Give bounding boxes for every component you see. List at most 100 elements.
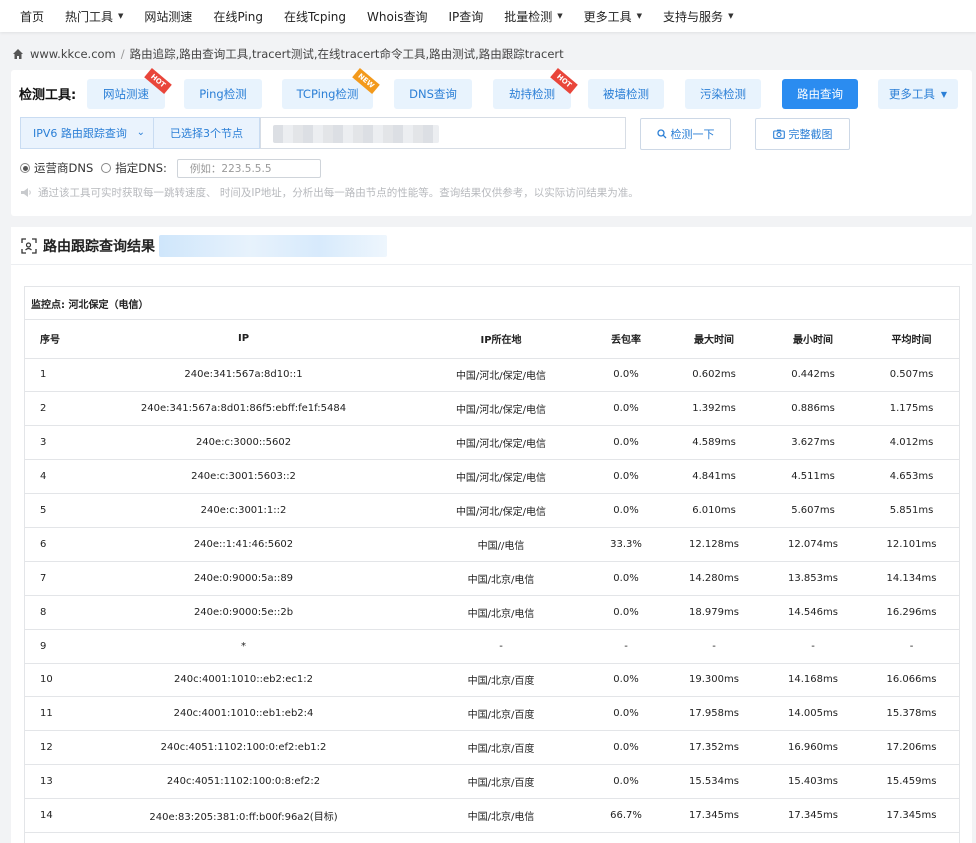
hop-min-time: 15.403ms — [762, 764, 864, 800]
nav-online-ping[interactable]: 在线Ping — [213, 8, 263, 25]
nav-batch-check[interactable]: 批量检测 ▼ — [504, 8, 562, 25]
nav-online-tcping[interactable]: 在线Tcping — [284, 8, 346, 25]
hop-max-time: 18.979ms — [666, 595, 762, 630]
check-button[interactable]: 检测一下 — [640, 118, 731, 150]
hop-loss: 0.0% — [586, 696, 666, 732]
table-row: 4 240e:c:3001:5603::2 中国/河北/保定/电信 0.0% 4.841… — [25, 459, 959, 495]
tool-hijack-button[interactable]: 劫持检测 HOT — [493, 68, 578, 109]
hop-ip: 240c:4001:1010::eb1:eb2:4 — [71, 696, 416, 732]
hop-avg-time: 17.345ms — [864, 798, 959, 833]
hop-avg-time: 1.175ms — [864, 391, 959, 427]
dns-input[interactable]: 例如：223.5.5.5 — [176, 158, 321, 178]
node-select-button[interactable]: 已选择3个节点 — [154, 117, 260, 149]
caret-down-icon: ▼ — [118, 12, 124, 20]
hop-loss: - — [586, 629, 666, 664]
host-input[interactable] — [260, 117, 626, 149]
screenshot-button[interactable]: 完整截图 — [755, 118, 850, 150]
nav-site-speed[interactable]: 网站测速 — [144, 8, 192, 25]
nav-more-tools[interactable]: 更多工具 ▼ — [584, 8, 642, 25]
tool-dns-button[interactable]: DNS查询 — [394, 79, 472, 109]
hop-ip: 240e:c:3001:5603::2 — [71, 459, 416, 495]
hop-avg-time: 15.459ms — [864, 764, 959, 800]
hop-location: 中国/河北/保定/电信 — [416, 493, 586, 528]
hop-ip: 240e:341:567a:8d01:86f5:ebff:fe1f:5484 — [71, 391, 416, 427]
tool-site-speed-button[interactable]: 网站测速 HOT — [87, 68, 172, 109]
col-index: 序号 — [25, 320, 71, 359]
caret-down-icon: ▼ — [557, 12, 563, 20]
hop-loss: 0.0% — [586, 595, 666, 630]
col-location: IP所在地 — [416, 320, 586, 359]
hop-min-time: 12.074ms — [762, 527, 864, 562]
hop-loss: 0.0% — [586, 358, 666, 393]
hop-min-time: 16.960ms — [762, 730, 864, 766]
trace-table: 序号 IP IP所在地 丢包率 最大时间 最小时间 平均时间 1 240e:341… — [25, 320, 959, 833]
table-row: 5 240e:c:3001:1::2 中国/河北/保定/电信 0.0% 6.010ms 5… — [25, 493, 959, 528]
tool-route-button[interactable]: 路由查询 — [782, 79, 858, 109]
breadcrumb-separator: / — [120, 47, 125, 61]
hop-index: 4 — [25, 459, 71, 495]
tool-more-button[interactable]: 更多工具 ▼ — [878, 79, 958, 109]
nav-whois[interactable]: Whois查询 — [367, 8, 427, 25]
dns-isp-label: 运营商DNS — [34, 161, 94, 175]
table-row: 6 240e::1:41:46:5602 中国//电信 33.3% 12.128ms 12… — [25, 527, 959, 562]
hop-loss: 66.7% — [586, 798, 666, 833]
tool-blocked-button[interactable]: 被墙检测 — [588, 79, 664, 109]
hop-ip: 240e:83:205:381:0:ff:b00f:96a2(目标) — [71, 798, 416, 833]
query-type-select[interactable]: IPV6 路由跟踪查询 ⌄ — [20, 117, 154, 149]
hop-location: 中国//电信 — [416, 527, 586, 562]
query-row: IPV6 路由跟踪查询 ⌄ 已选择3个节点 — [20, 117, 626, 149]
hop-location: 中国/河北/保定/电信 — [416, 425, 586, 461]
hop-index: 12 — [25, 730, 71, 766]
caret-down-icon: ▼ — [728, 12, 734, 20]
hop-index: 8 — [25, 595, 71, 630]
result-card: 监控点: 河北保定（电信） 序号 IP IP所在地 丢包率 最大时间 最小时间 … — [24, 286, 960, 843]
dns-isp-radio[interactable] — [20, 163, 30, 173]
search-icon — [656, 129, 666, 139]
hop-min-time: 14.546ms — [762, 595, 864, 630]
hop-max-time: 15.534ms — [666, 764, 762, 800]
hop-location: 中国/北京/百度 — [416, 663, 586, 698]
dns-custom-radio[interactable] — [101, 163, 112, 173]
table-header-row: 序号 IP IP所在地 丢包率 最大时间 最小时间 平均时间 — [25, 320, 959, 359]
breadcrumb-current-page: 路由追踪,路由查询工具,tracert测试,在线tracert命令工具,路由测试… — [129, 47, 564, 61]
hop-loss: 0.0% — [586, 663, 666, 698]
hop-avg-time: 4.653ms — [864, 459, 959, 495]
scan-icon — [21, 237, 37, 254]
hop-avg-time: 14.134ms — [864, 561, 959, 596]
monitor-point: 监控点: 河北保定（电信） — [25, 287, 959, 320]
hop-ip: * — [71, 629, 416, 664]
table-row: 10 240c:4001:1010::eb2:ec1:2 中国/北京/百度 0.0% 1… — [25, 663, 959, 698]
table-row: 1 240e:341:567a:8d10::1 中国/河北/保定/电信 0.0% 0.6… — [25, 358, 959, 393]
camera-icon — [772, 129, 785, 139]
hop-index: 3 — [25, 425, 71, 461]
tool-pollution-button[interactable]: 污染检测 — [685, 79, 761, 109]
tool-tcping-button[interactable]: TCPing检测 NEW — [282, 68, 380, 109]
nav-ip-query[interactable]: IP查询 — [448, 8, 483, 25]
redacted-target — [159, 234, 387, 257]
hop-index: 1 — [25, 358, 71, 393]
tool-ping-button[interactable]: Ping检测 — [184, 79, 262, 109]
hop-index: 7 — [25, 561, 71, 596]
table-row: 3 240e:c:3000::5602 中国/河北/保定/电信 0.0% 4.589ms… — [25, 425, 959, 461]
hop-max-time: 1.392ms — [666, 391, 762, 427]
hop-avg-time: 5.851ms — [864, 493, 959, 528]
nav-home[interactable]: 首页 — [20, 8, 44, 25]
col-loss: 丢包率 — [586, 320, 666, 359]
tools-panel: 检测工具: 网站测速 HOT Ping检测 TCPing检测 NEW DNS查询… — [11, 68, 972, 216]
hop-location: 中国/北京/电信 — [416, 798, 586, 833]
nav-support[interactable]: 支持与服务 ▼ — [663, 8, 733, 25]
breadcrumb-site-link[interactable]: www.kkce.com — [30, 47, 116, 61]
hop-max-time: 0.602ms — [666, 358, 762, 393]
hop-ip: 240e:c:3000::5602 — [71, 425, 416, 461]
hop-location: 中国/河北/保定/电信 — [416, 391, 586, 427]
hop-index: 13 — [25, 764, 71, 800]
hop-loss: 0.0% — [586, 561, 666, 596]
nav-hot-tools[interactable]: 热门工具 ▼ — [65, 8, 123, 25]
top-nav: 首页 热门工具 ▼ 网站测速 在线Ping 在线Tcping Whois查询 IP… — [0, 0, 976, 32]
table-row: 2 240e:341:567a:8d01:86f5:ebff:fe1f:5484 中… — [25, 391, 959, 427]
hop-ip: 240e:0:9000:5e::2b — [71, 595, 416, 630]
hop-min-time: 14.168ms — [762, 663, 864, 698]
hop-max-time: 17.352ms — [666, 730, 762, 766]
col-avg: 平均时间 — [864, 320, 959, 359]
hop-loss: 0.0% — [586, 391, 666, 427]
